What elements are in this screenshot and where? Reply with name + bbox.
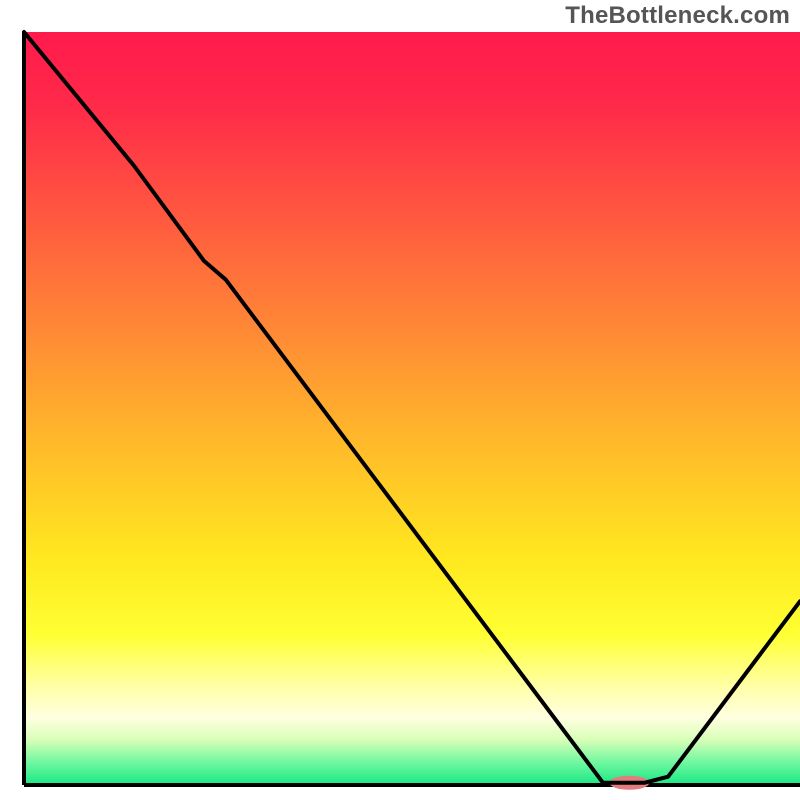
plot-background bbox=[24, 32, 800, 785]
chart-container: TheBottleneck.com bbox=[0, 0, 800, 800]
bottleneck-chart bbox=[0, 0, 800, 800]
